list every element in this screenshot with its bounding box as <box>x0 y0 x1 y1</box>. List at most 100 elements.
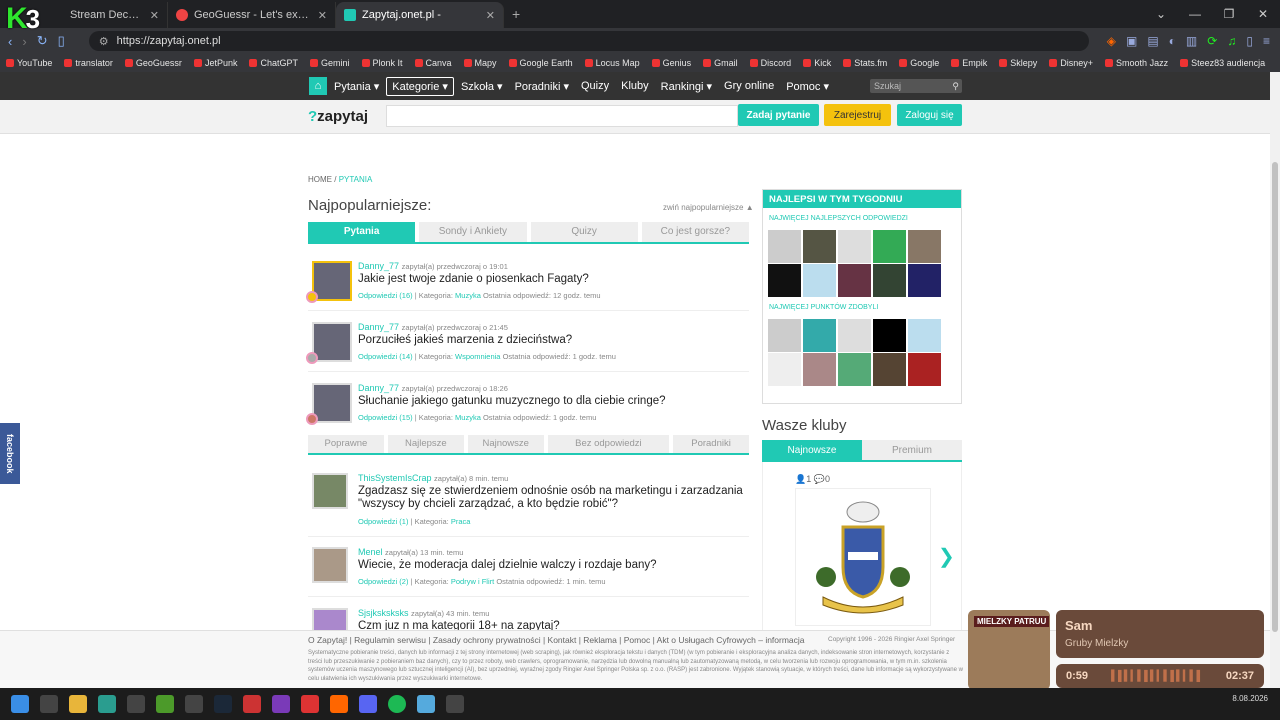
scrollbar-thumb[interactable] <box>1272 162 1278 632</box>
nav-quizy[interactable]: Quizy <box>576 78 614 94</box>
avatar[interactable] <box>312 261 352 301</box>
bookmark-item[interactable]: Locus Map <box>584 58 640 68</box>
bookmark-item[interactable]: Mapy <box>463 58 497 68</box>
settings-icon[interactable] <box>40 695 58 713</box>
question-author[interactable]: Danny_77 <box>358 322 399 332</box>
question-author[interactable]: ThisSystemIsCrap <box>358 473 432 483</box>
category-link[interactable]: Muzyka <box>455 413 481 422</box>
app-icon[interactable] <box>243 695 261 713</box>
avatar[interactable] <box>768 264 801 297</box>
app-icon[interactable] <box>446 695 464 713</box>
discord-icon[interactable] <box>359 695 377 713</box>
minimize-icon[interactable]: — <box>1178 7 1212 21</box>
question-author[interactable]: Danny_77 <box>358 383 399 393</box>
nav-kluby[interactable]: Kluby <box>616 78 654 94</box>
translate-icon[interactable]: ▤ <box>1147 34 1158 48</box>
site-info-icon[interactable]: ⚙ <box>99 35 109 48</box>
steam-icon[interactable] <box>214 695 232 713</box>
app-icon[interactable] <box>272 695 290 713</box>
edge-icon[interactable] <box>98 695 116 713</box>
wallet-icon[interactable]: ▥ <box>1186 34 1197 48</box>
bookmark-item[interactable]: Google <box>899 58 939 68</box>
brave-shield-icon[interactable]: ◈ <box>1107 34 1116 48</box>
new-tab-icon[interactable]: + <box>512 6 520 22</box>
avatar[interactable] <box>873 353 906 386</box>
avatar[interactable] <box>838 319 871 352</box>
bookmark-item[interactable]: Kick <box>803 58 831 68</box>
close-icon[interactable]: ✕ <box>486 9 495 22</box>
maximize-icon[interactable]: ❐ <box>1212 7 1246 21</box>
ask-question-button[interactable]: Zadaj pytanie <box>738 104 819 126</box>
collapse-popular-link[interactable]: zwiń najpopularniejsze ▲ <box>663 203 754 212</box>
file-explorer-icon[interactable] <box>69 695 87 713</box>
bookmark-item[interactable]: YouTube <box>6 58 52 68</box>
avatar[interactable] <box>838 264 871 297</box>
answers-link[interactable]: Odpowiedzi (16) <box>358 291 413 300</box>
bookmark-item[interactable]: Google Earth <box>508 58 573 68</box>
bookmark-item[interactable]: Discord <box>749 58 791 68</box>
avatar[interactable] <box>312 473 348 509</box>
bookmark-item[interactable]: Gemini <box>309 58 350 68</box>
club-crest-image[interactable] <box>795 488 931 626</box>
question-title[interactable]: Jakie jest twoje zdanie o piosenkach Fag… <box>358 273 589 285</box>
category-link[interactable]: Muzyka <box>455 291 481 300</box>
bookmark-item[interactable]: Smooth Jazz <box>1105 58 1168 68</box>
bookmark-icon[interactable]: ▯ <box>58 33 65 49</box>
tab-zapytaj[interactable]: Zapytaj.onet.pl - ✕ <box>336 2 504 28</box>
close-window-icon[interactable]: ✕ <box>1246 7 1280 21</box>
question-author[interactable]: Danny_77 <box>358 261 399 271</box>
avatar[interactable] <box>873 230 906 263</box>
tab-pytania[interactable]: Pytania <box>308 222 416 242</box>
back-icon[interactable]: ‹ <box>8 34 12 49</box>
question-title[interactable]: Wiecie, że moderacja dalej dzielnie walc… <box>358 559 657 571</box>
avatar[interactable] <box>768 353 801 386</box>
tab-poradniki[interactable]: Poradniki <box>673 435 749 453</box>
question-title[interactable]: Porzuciłeś jakieś marzenia z dzieciństwa… <box>358 334 572 346</box>
bookmark-item[interactable]: Empik <box>951 58 987 68</box>
refresh-ext-icon[interactable]: ⟳ <box>1207 34 1217 48</box>
close-icon[interactable]: ✕ <box>318 9 327 22</box>
question-title[interactable]: Czm juz n ma kategorii 18+ na zapytaj? <box>358 620 560 630</box>
nav-szkola[interactable]: Szkoła ▾ <box>456 78 508 95</box>
answers-link[interactable]: Odpowiedzi (2) <box>358 577 408 586</box>
reload-icon[interactable]: ↻ <box>37 33 48 49</box>
bookmark-item[interactable]: Genius <box>651 58 691 68</box>
answers-link[interactable]: Odpowiedzi (15) <box>358 413 413 422</box>
tab-co-jest-gorsze[interactable]: Co jest gorsze? <box>641 222 749 242</box>
chevron-right-icon[interactable]: ❯ <box>938 544 955 569</box>
question-author[interactable]: Sjsjksksksks <box>358 608 409 618</box>
menu-icon[interactable]: ≡ <box>1263 34 1270 48</box>
avatar[interactable] <box>312 383 352 423</box>
avatar[interactable] <box>908 353 941 386</box>
minecraft-icon[interactable] <box>156 695 174 713</box>
sidebar-icon[interactable]: ▯ <box>1246 34 1253 48</box>
tab-premium[interactable]: Premium <box>862 440 962 460</box>
avatar[interactable] <box>908 319 941 352</box>
avatar[interactable] <box>768 230 801 263</box>
nav-rankingi[interactable]: Rankingi ▾ <box>656 78 717 95</box>
capcut-icon[interactable] <box>127 695 145 713</box>
nav-pytania[interactable]: Pytania ▾ <box>329 78 384 95</box>
url-field[interactable]: ⚙ https://zapytaj.onet.pl <box>88 31 1089 51</box>
bookmark-item[interactable]: translator <box>64 58 113 68</box>
category-link[interactable]: Wspomnienia <box>455 352 500 361</box>
nav-gry-online[interactable]: Gry online <box>719 78 779 94</box>
bookmark-item[interactable]: Plonk It <box>361 58 403 68</box>
avatar[interactable] <box>838 353 871 386</box>
bookmark-item[interactable]: JetPunk <box>193 58 237 68</box>
login-button[interactable]: Zaloguj się <box>897 104 962 126</box>
breadcrumb-current[interactable]: PYTANIA <box>339 175 373 184</box>
avatar[interactable] <box>312 608 348 630</box>
avatar[interactable] <box>312 322 352 362</box>
avatar[interactable] <box>803 319 836 352</box>
footer-links[interactable]: O Zapytaj! | Regulamin serwisu | Zasady … <box>308 635 805 645</box>
windows-start-icon[interactable] <box>11 695 29 713</box>
facebook-tab[interactable]: facebook <box>0 423 20 484</box>
bookmark-item[interactable]: Canva <box>414 58 452 68</box>
tab-geoguessr[interactable]: GeoGuessr - Let's explore the world! ✕ <box>168 2 336 28</box>
forward-icon[interactable]: › <box>22 34 26 49</box>
ask-question-input[interactable] <box>386 105 738 127</box>
bookmark-item[interactable]: ChatGPT <box>249 58 298 68</box>
notepad-icon[interactable] <box>417 695 435 713</box>
bookmark-item[interactable]: Stats.fm <box>843 58 887 68</box>
